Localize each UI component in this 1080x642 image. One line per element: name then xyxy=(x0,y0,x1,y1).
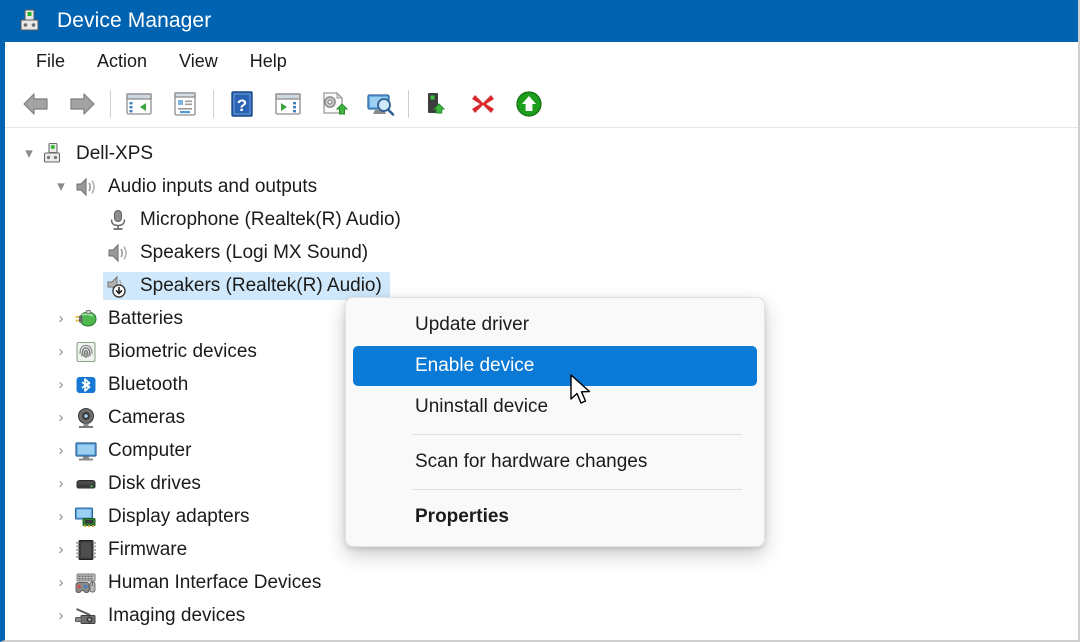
chevron-down-icon[interactable]: ▾ xyxy=(51,177,71,197)
tree-row-label: Speakers (Logi MX Sound) xyxy=(140,241,369,263)
device-manager-icon xyxy=(19,8,45,34)
scan-hardware-changes-icon[interactable] xyxy=(357,84,403,124)
context-menu-item-update-driver[interactable]: Update driver xyxy=(353,305,757,345)
context-menu-separator xyxy=(412,489,742,490)
context-menu-item-enable-device[interactable]: Enable device xyxy=(353,346,757,386)
tree-row-label: Cameras xyxy=(108,406,186,428)
tree-row-label: Bluetooth xyxy=(108,373,189,395)
chevron-right-icon[interactable]: › xyxy=(51,474,71,494)
chevron-right-icon[interactable]: › xyxy=(51,573,71,593)
tree-row-speakers-logi-mx-sound[interactable]: Speakers (Logi MX Sound) xyxy=(5,236,1078,269)
tree-row-label: Dell-XPS xyxy=(76,142,154,164)
chevron-down-icon[interactable]: ▾ xyxy=(19,144,39,164)
computer-tower-icon xyxy=(41,142,67,166)
fingerprint-icon xyxy=(73,340,99,364)
tree-row-human-interface-devices[interactable]: › Human Interface Devices xyxy=(5,566,1078,599)
tree-row-label: Firmware xyxy=(108,538,188,560)
tree-row-label: Batteries xyxy=(108,307,183,329)
tree-row-label: Biometric devices xyxy=(108,340,257,362)
chevron-right-icon[interactable]: › xyxy=(51,507,71,527)
device-manager-window: Device Manager File Action View Help ? ▾… xyxy=(0,0,1080,642)
context-menu-item-uninstall-device[interactable]: Uninstall device xyxy=(353,387,757,427)
properties-icon[interactable] xyxy=(162,84,208,124)
menu-view[interactable]: View xyxy=(166,47,231,76)
tree-row-imaging-devices[interactable]: › Imaging devices xyxy=(5,599,1078,632)
camera-icon xyxy=(73,406,99,430)
disk-drive-icon xyxy=(73,472,99,496)
enable-device-icon[interactable] xyxy=(414,84,460,124)
show-hide-action-pane-icon[interactable] xyxy=(265,84,311,124)
tree-row-label: Microphone (Realtek(R) Audio) xyxy=(140,208,401,230)
tree-row-label: Computer xyxy=(108,439,192,461)
context-menu-item-properties[interactable]: Properties xyxy=(353,497,757,537)
speaker-icon xyxy=(73,175,99,199)
window-title: Device Manager xyxy=(57,9,212,32)
firmware-chip-icon xyxy=(73,538,99,562)
tree-row-label: Speakers (Realtek(R) Audio) xyxy=(140,274,382,296)
microphone-icon xyxy=(105,208,131,232)
toolbar-separator xyxy=(408,89,409,118)
chevron-right-icon[interactable]: › xyxy=(51,606,71,626)
toolbar: ? xyxy=(5,80,1078,128)
chevron-right-icon[interactable]: › xyxy=(51,342,71,362)
update-driver-icon[interactable] xyxy=(311,84,357,124)
chevron-right-icon[interactable]: › xyxy=(51,441,71,461)
uninstall-device-icon[interactable] xyxy=(460,84,506,124)
back-arrow-icon[interactable] xyxy=(13,84,59,124)
monitor-icon xyxy=(73,439,99,463)
tree-row-label: Disk drives xyxy=(108,472,201,494)
svg-text:?: ? xyxy=(237,96,247,115)
tree-row-microphone-realtek-audio[interactable]: Microphone (Realtek(R) Audio) xyxy=(5,203,1078,236)
chevron-right-icon[interactable]: › xyxy=(51,375,71,395)
toolbar-separator xyxy=(110,89,111,118)
tree-row-dell-xps[interactable]: ▾ Dell-XPS xyxy=(5,137,1078,170)
battery-icon xyxy=(73,307,99,331)
menu-file[interactable]: File xyxy=(23,47,78,76)
tree-row-label: Imaging devices xyxy=(108,604,246,626)
chevron-right-icon[interactable]: › xyxy=(51,408,71,428)
toolbar-separator xyxy=(213,89,214,118)
display-adapter-icon xyxy=(73,505,99,529)
chevron-right-icon[interactable]: › xyxy=(51,540,71,560)
context-menu[interactable]: Update driver Enable device Uninstall de… xyxy=(345,297,765,547)
hid-icon xyxy=(73,571,99,595)
forward-arrow-icon[interactable] xyxy=(59,84,105,124)
tree-row-label: Audio inputs and outputs xyxy=(108,175,318,197)
title-bar: Device Manager xyxy=(5,0,1078,42)
speaker-icon xyxy=(105,241,131,265)
menu-help[interactable]: Help xyxy=(237,47,300,76)
help-icon[interactable]: ? xyxy=(219,84,265,124)
update-device-icon[interactable] xyxy=(506,84,552,124)
speaker-disabled-icon xyxy=(105,274,131,298)
chevron-right-icon[interactable]: › xyxy=(51,309,71,329)
context-menu-item-scan-for-hardware-changes[interactable]: Scan for hardware changes xyxy=(353,442,757,482)
menu-bar: File Action View Help xyxy=(5,42,1078,80)
tree-row-label: Human Interface Devices xyxy=(108,571,322,593)
show-hide-console-tree-icon[interactable] xyxy=(116,84,162,124)
context-menu-separator xyxy=(412,434,742,435)
tree-row-audio-inputs-and-outputs[interactable]: ▾ Audio inputs and outputs xyxy=(5,170,1078,203)
tree-row-label: Display adapters xyxy=(108,505,250,527)
imaging-device-icon xyxy=(73,604,99,628)
menu-action[interactable]: Action xyxy=(84,47,160,76)
bluetooth-icon xyxy=(73,373,99,397)
